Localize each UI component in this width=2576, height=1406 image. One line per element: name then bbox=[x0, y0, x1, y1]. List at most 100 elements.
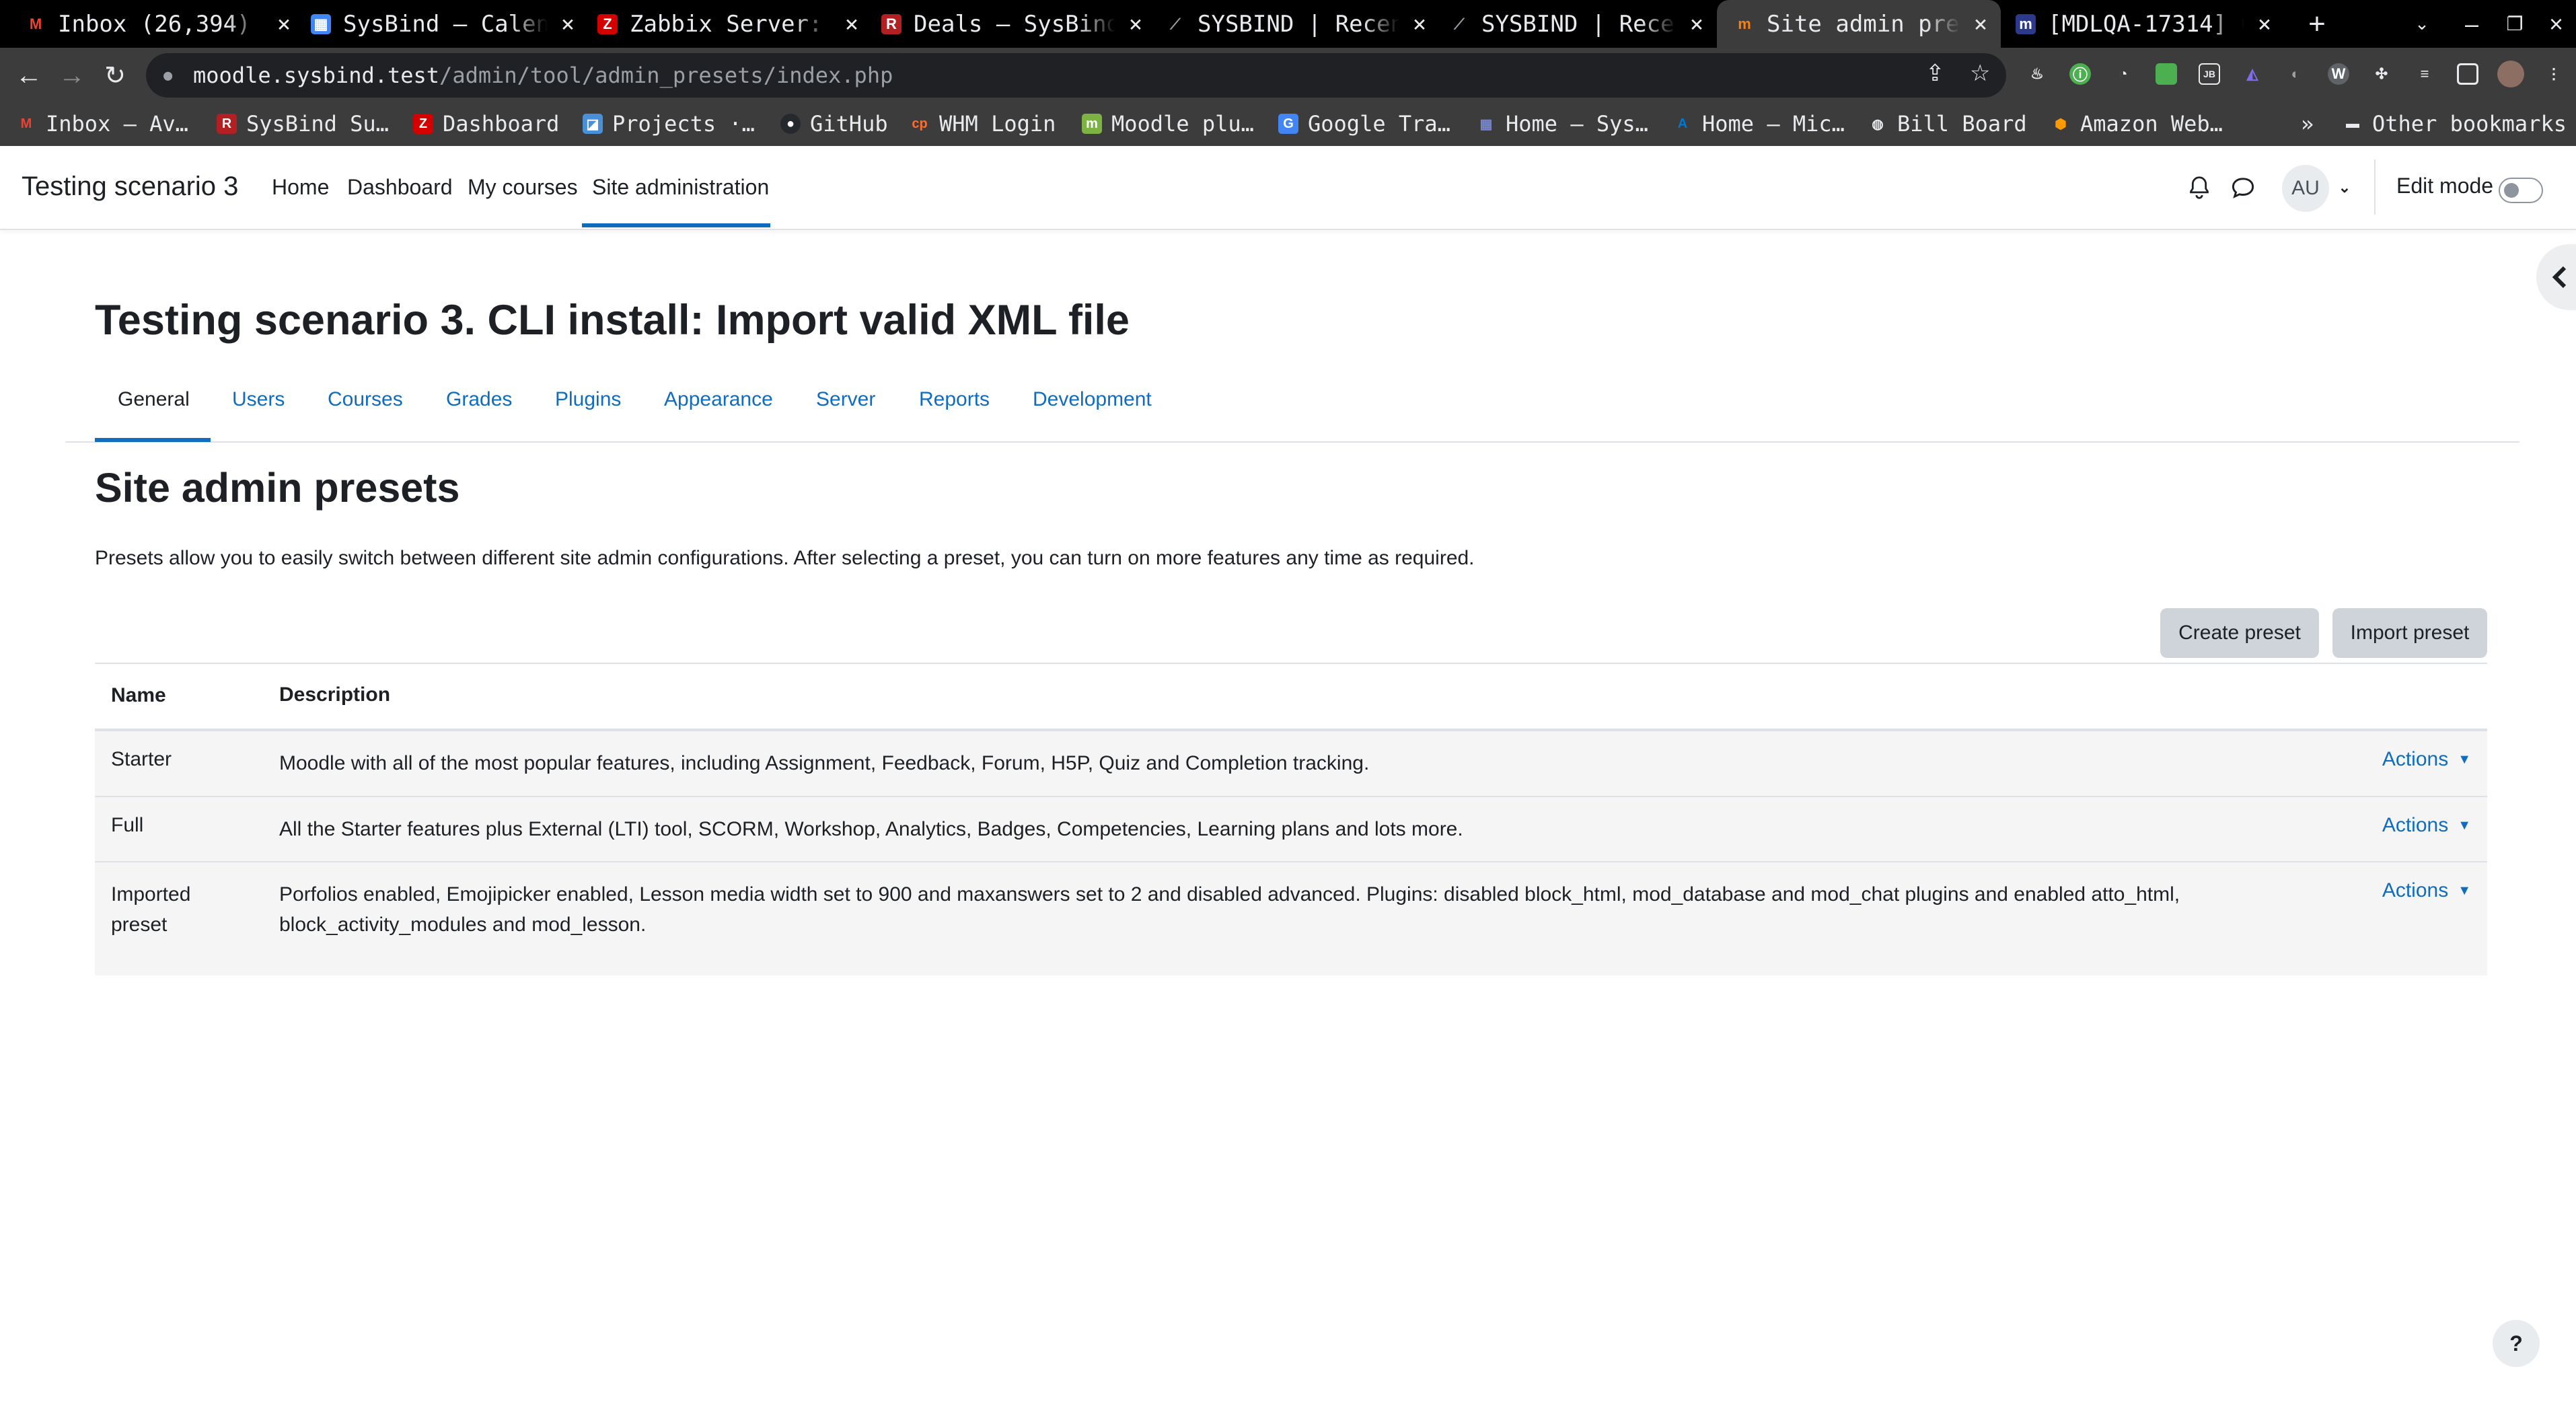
bookmark-label: Home – Sys… bbox=[1506, 111, 1648, 137]
nav-dashboard[interactable]: Dashboard bbox=[347, 175, 453, 200]
bookmark-item[interactable]: m Moodle plu… bbox=[1082, 108, 1254, 140]
tool-extension-icon[interactable]: ◐ bbox=[2285, 63, 2306, 85]
other-bookmarks[interactable]: ▬ Other bookmarks bbox=[2343, 108, 2567, 140]
browser-tab[interactable]: ⟋ SYSBIND | Recent × bbox=[1440, 0, 1717, 48]
side-panel-icon[interactable] bbox=[2457, 63, 2478, 85]
table-row: Full All the Starter features plus Exter… bbox=[95, 797, 2487, 862]
user-menu-chevron-icon[interactable]: ⌄ bbox=[2334, 178, 2355, 198]
close-icon[interactable]: × bbox=[2244, 11, 2285, 38]
bookmark-item[interactable]: ● GitHub bbox=[780, 108, 888, 140]
bookmark-item[interactable]: cp WHM Login bbox=[910, 108, 1056, 140]
feather-icon: ⟋ bbox=[1170, 15, 1181, 32]
preset-description: All the Starter features plus External (… bbox=[279, 818, 1463, 840]
close-icon[interactable]: × bbox=[1399, 11, 1440, 38]
moodle-plugins-icon: m bbox=[1082, 114, 1102, 134]
w-extension-icon[interactable]: W bbox=[2328, 63, 2349, 85]
browser-tab[interactable]: R Deals – SysBind × bbox=[872, 0, 1156, 48]
user-avatar[interactable]: AU bbox=[2282, 165, 2329, 212]
gmail-icon: M bbox=[20, 116, 32, 131]
nav-my-courses[interactable]: My courses bbox=[468, 175, 578, 200]
restore-window-icon[interactable]: ❐ bbox=[2495, 0, 2535, 48]
tab-general[interactable]: General bbox=[118, 388, 190, 411]
browser-tab-title: Deals – SysBind bbox=[914, 10, 1115, 38]
close-window-icon[interactable]: × bbox=[2536, 0, 2576, 48]
site-name[interactable]: Testing scenario 3 bbox=[22, 172, 238, 202]
chevron-left-icon bbox=[2552, 266, 2567, 289]
tab-reports[interactable]: Reports bbox=[919, 388, 990, 411]
jb-extension-icon[interactable]: JB bbox=[2199, 63, 2220, 85]
reading-list-icon[interactable]: ≡ bbox=[2414, 63, 2435, 85]
share-icon[interactable]: ⇪ bbox=[1925, 60, 1945, 87]
bookmark-label: GitHub bbox=[810, 111, 888, 137]
actions-label: Actions bbox=[2382, 748, 2449, 770]
close-icon[interactable]: × bbox=[548, 11, 588, 38]
tab-courses[interactable]: Courses bbox=[328, 388, 403, 411]
puzzle-extensions-icon[interactable]: ✣ bbox=[2371, 63, 2392, 85]
tab-users[interactable]: Users bbox=[232, 388, 285, 411]
help-button[interactable]: ? bbox=[2493, 1320, 2540, 1367]
open-drawer-button[interactable] bbox=[2536, 244, 2576, 310]
back-arrow-icon[interactable]: ← bbox=[11, 57, 47, 94]
chevron-down-icon: ▼ bbox=[2458, 817, 2471, 833]
browser-tab-title: Inbox (26,394) bbox=[58, 10, 251, 38]
close-icon[interactable]: × bbox=[832, 11, 872, 38]
tab-development[interactable]: Development bbox=[1033, 388, 1152, 411]
nav-home[interactable]: Home bbox=[272, 175, 329, 200]
tab-grades[interactable]: Grades bbox=[446, 388, 512, 411]
bookmark-item[interactable]: Z Dashboard bbox=[413, 108, 559, 140]
mountain-extension-icon[interactable]: ◭ bbox=[2242, 63, 2263, 85]
profile-avatar-icon[interactable] bbox=[2497, 61, 2524, 87]
bookmark-item[interactable]: ◪ Projects ·… bbox=[583, 108, 755, 140]
address-bar[interactable]: ● moodle.sysbind.test/admin/tool/admin_p… bbox=[146, 53, 2006, 98]
more-bookmarks-chevron[interactable]: » bbox=[2301, 108, 2314, 140]
bell-icon[interactable] bbox=[2182, 171, 2216, 205]
timer-extension-icon[interactable]: ◔ bbox=[2112, 63, 2134, 85]
close-icon[interactable]: × bbox=[264, 11, 304, 38]
new-tab-plus-icon[interactable]: + bbox=[2297, 0, 2337, 48]
tab-plugins[interactable]: Plugins bbox=[555, 388, 621, 411]
browser-tab-title: [MDLQA-17314] Cl bbox=[2048, 10, 2244, 38]
create-preset-button[interactable]: Create preset bbox=[2160, 608, 2319, 658]
extension-icon[interactable]: ⓘ bbox=[2069, 63, 2091, 85]
bookmark-item[interactable]: ▦ Home – Sys… bbox=[1476, 108, 1648, 140]
forward-arrow-icon[interactable]: → bbox=[54, 57, 90, 94]
actions-menu[interactable]: Actions ▼ bbox=[2382, 879, 2471, 902]
browser-tab-active[interactable]: m Site admin presets × bbox=[1717, 0, 2001, 48]
browser-tab[interactable]: M Inbox (26,394) × bbox=[0, 0, 304, 48]
close-icon[interactable]: × bbox=[1115, 11, 1156, 38]
browser-tab-title: Site admin presets bbox=[1767, 10, 1960, 38]
flame-extension-icon[interactable]: ♨ bbox=[2026, 63, 2048, 85]
edit-mode-toggle[interactable] bbox=[2499, 178, 2543, 203]
bookmark-label: Moodle plu… bbox=[1111, 111, 1254, 137]
close-icon[interactable]: × bbox=[1677, 11, 1717, 38]
bookmark-item[interactable]: R SysBind Su… bbox=[217, 108, 389, 140]
bookmark-item[interactable]: ◍ Bill Board bbox=[1868, 108, 2026, 140]
browser-tab[interactable]: m [MDLQA-17314] Cl × bbox=[2001, 0, 2285, 48]
bookmark-label: SysBind Su… bbox=[246, 111, 389, 137]
browser-tab[interactable]: ⟋ SYSBIND | Recent × bbox=[1156, 0, 1440, 48]
import-preset-button[interactable]: Import preset bbox=[2332, 608, 2487, 658]
bookmark-star-icon[interactable]: ☆ bbox=[1970, 60, 1990, 87]
bookmark-item[interactable]: A Home – Mic… bbox=[1672, 108, 1845, 140]
nav-site-administration[interactable]: Site administration bbox=[592, 175, 769, 200]
minimize-icon[interactable]: – bbox=[2452, 0, 2492, 48]
redmine-icon: R bbox=[217, 114, 237, 134]
actions-menu[interactable]: Actions ▼ bbox=[2382, 814, 2471, 837]
tab-appearance[interactable]: Appearance bbox=[664, 388, 773, 411]
message-bubble-icon[interactable] bbox=[2224, 171, 2262, 205]
browser-tab[interactable]: Z Zabbix Server: × bbox=[588, 0, 872, 48]
green-extension-icon[interactable] bbox=[2156, 63, 2177, 85]
bookmark-item[interactable]: G Google Tra… bbox=[1278, 108, 1450, 140]
close-icon[interactable]: × bbox=[1960, 11, 2001, 38]
tab-search-chevron-icon[interactable]: ⌄ bbox=[2402, 0, 2442, 48]
actions-menu[interactable]: Actions ▼ bbox=[2382, 748, 2471, 771]
menu-kebab-icon[interactable]: ⋮ bbox=[2543, 63, 2565, 85]
gmail-icon: M bbox=[29, 15, 42, 32]
lock-icon: ● bbox=[163, 67, 173, 84]
reload-icon[interactable]: ↻ bbox=[97, 57, 133, 94]
bookmark-item[interactable]: ⬢ Amazon Web… bbox=[2051, 108, 2223, 140]
browser-tab[interactable]: ▦ SysBind – Calendar × bbox=[304, 0, 588, 48]
table-row: Imported preset Porfolios enabled, Emoji… bbox=[95, 862, 2487, 975]
tab-server[interactable]: Server bbox=[816, 388, 875, 411]
bookmark-item[interactable]: M Inbox – Av… bbox=[16, 108, 188, 140]
